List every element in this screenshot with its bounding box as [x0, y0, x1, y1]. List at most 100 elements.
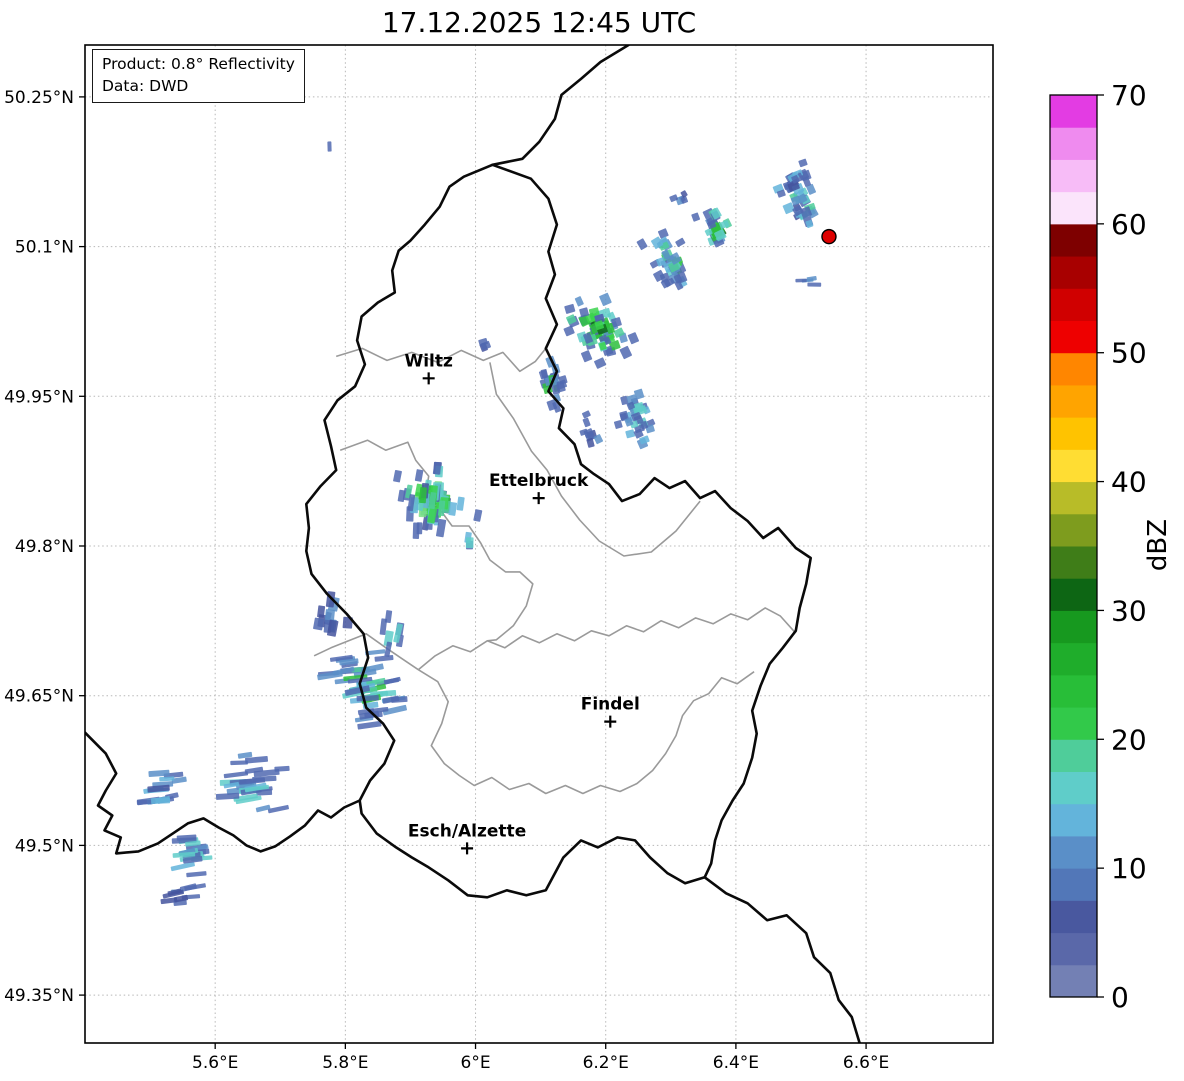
- y-tick-label: 49.5°N: [15, 836, 74, 856]
- colorbar-tick-label: 10: [1111, 852, 1147, 885]
- echo-cell: [691, 212, 701, 222]
- colorbar-tick-label: 40: [1111, 466, 1147, 499]
- echo-cluster-ne-specks: [669, 190, 689, 206]
- y-tick-label: 49.35°N: [4, 986, 74, 1006]
- echo-cell: [473, 509, 483, 522]
- data-source-line: Data: DWD: [102, 77, 189, 95]
- echo-cell: [564, 303, 576, 314]
- x-tick-label: 6.6°E: [843, 1053, 889, 1073]
- echo-cell: [419, 487, 427, 504]
- echo-cell: [675, 237, 686, 247]
- colorbar-tick-label: 60: [1111, 208, 1147, 241]
- echo-cell: [599, 292, 612, 307]
- colorbar-band: [1050, 127, 1097, 160]
- colorbar-band: [1050, 223, 1097, 257]
- city-label: Findel: [581, 695, 640, 715]
- colorbar-band: [1050, 707, 1097, 740]
- colorbar-band: [1050, 513, 1097, 547]
- colorbar-band: [1050, 417, 1097, 450]
- echo-cluster-radar-dashes: [795, 276, 822, 287]
- colorbar-band: [1050, 288, 1097, 321]
- echo-cluster-band-south-specks: [579, 410, 604, 448]
- echo-cell: [594, 357, 607, 369]
- colorbar-band: [1050, 546, 1097, 579]
- admin-border: [417, 669, 755, 795]
- echo-cell: [159, 776, 175, 782]
- echo-cell: [798, 158, 808, 168]
- echo-cell: [613, 420, 623, 429]
- admin-border: [417, 607, 796, 671]
- colorbar-band: [1050, 320, 1097, 354]
- y-tick-label: 49.8°N: [15, 537, 74, 557]
- country-border: [85, 731, 361, 855]
- radar-echoes: [136, 141, 822, 907]
- colorbar: 0 10 20 30 40 50 60 70: [1049, 79, 1147, 1014]
- echo-cluster-band-main: [563, 292, 639, 369]
- map-canvas: 5.6°E 5.8°E 6°E 6.2°E 6.4°E 6.6°E 50.25°N 50.1°…: [4, 44, 1147, 1073]
- echo-cell: [795, 278, 807, 283]
- city-label: Wiltz: [404, 351, 453, 371]
- colorbar-band: [1050, 256, 1097, 289]
- echo-cluster-ne-ring: [636, 228, 688, 291]
- radar-site-marker: [821, 228, 837, 245]
- colorbar-axis-label: dBZ: [1143, 518, 1173, 572]
- echo-cell: [581, 350, 593, 363]
- colorbar-band: [1050, 868, 1097, 901]
- echo-cluster-near-radar: [772, 158, 819, 229]
- echo-cluster-ettelbruck-south-specks: [464, 531, 474, 550]
- colorbar-tick-label: 0: [1111, 981, 1129, 1014]
- colorbar-band: [1050, 95, 1097, 128]
- echo-cell: [151, 797, 170, 804]
- x-tick-label: 6.2°E: [583, 1053, 629, 1073]
- colorbar-tick-label: 70: [1111, 79, 1147, 112]
- echo-cell: [625, 429, 636, 439]
- echo-cluster-ne-core: [691, 207, 732, 248]
- echo-cell: [393, 469, 402, 483]
- y-tick-label: 49.65°N: [4, 687, 74, 707]
- colorbar-tick-label: 50: [1111, 337, 1147, 370]
- colorbar-band: [1050, 191, 1097, 225]
- echo-cell: [186, 871, 207, 878]
- echo-cell: [267, 804, 289, 814]
- echo-cell: [327, 141, 332, 152]
- radar-figure: 17.12.2025 12:45 UTC Product: 0.8° Refle…: [0, 0, 1184, 1081]
- colorbar-band: [1050, 352, 1097, 386]
- echo-cluster-sw-far-1: [215, 751, 290, 814]
- echo-cell: [582, 417, 591, 428]
- echo-cell: [465, 537, 474, 549]
- colorbar-band: [1050, 803, 1097, 837]
- colorbar-tick-label: 30: [1111, 594, 1147, 627]
- echo-cluster-sw-far-2: [136, 769, 187, 806]
- x-tick-label: 6°E: [461, 1053, 491, 1073]
- x-tick-label: 5.8°E: [322, 1053, 368, 1073]
- y-tick-label: 50.25°N: [4, 88, 74, 108]
- colorbar-band: [1050, 739, 1097, 772]
- echo-cell: [223, 771, 249, 779]
- colorbar-band: [1050, 771, 1097, 805]
- colorbar-band: [1050, 674, 1097, 708]
- echo-cell: [374, 655, 394, 662]
- colorbar-band: [1050, 932, 1097, 966]
- echo-cluster-lone-cell: [478, 338, 491, 352]
- country-border: [305, 163, 812, 899]
- y-tick-label: 50.1°N: [15, 238, 74, 258]
- echo-cell: [391, 696, 408, 703]
- echo-cluster-band-south: [613, 388, 656, 450]
- echo-cell: [317, 605, 326, 618]
- echo-cell: [456, 496, 465, 511]
- city-marker: [461, 842, 474, 855]
- country-border: [703, 876, 861, 1043]
- colorbar-band: [1050, 642, 1097, 676]
- colorbar-band: [1050, 578, 1097, 611]
- echo-cluster-sw-far-4: [160, 883, 206, 907]
- echo-cluster-speck-north: [327, 141, 332, 152]
- echo-cell: [657, 228, 669, 239]
- product-info-box: Product: 0.8° Reflectivity Data: DWD: [92, 49, 305, 103]
- colorbar-band: [1050, 964, 1097, 998]
- echo-cell: [627, 332, 639, 345]
- echo-cell: [383, 677, 400, 685]
- echo-cell: [416, 522, 423, 535]
- axes: 5.6°E 5.8°E 6°E 6.2°E 6.4°E 6.6°E 50.25°N 50.1°…: [4, 88, 889, 1073]
- country-border: [491, 45, 630, 167]
- city-label: Esch/Alzette: [408, 821, 526, 841]
